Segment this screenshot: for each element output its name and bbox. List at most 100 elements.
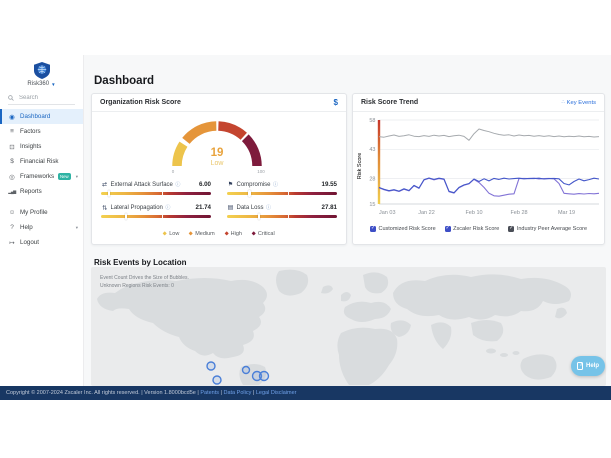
- metric-external-attack-surface: ⇄External Attack Surfaceⓘ 6.00: [101, 181, 211, 195]
- metric-label: Data Loss: [237, 205, 264, 211]
- x-tick-label: Feb 10: [465, 210, 482, 216]
- financial-view-toggle-icon[interactable]: $: [334, 98, 338, 107]
- southeast-asia: [471, 320, 503, 341]
- series-line-customized-risk-score: [379, 178, 599, 193]
- slider-threshold-marker: [162, 214, 163, 220]
- reports-icon: ▂▄▆: [8, 189, 16, 194]
- trend-chart-svg: Risk Score 15284358Jan 03Jan 22Feb 10Feb…: [353, 112, 606, 224]
- sidebar-item-dashboard[interactable]: ◉Dashboard: [0, 109, 83, 124]
- info-icon[interactable]: ⓘ: [165, 204, 170, 211]
- checkbox-checked-icon[interactable]: ✓: [445, 226, 451, 232]
- legend-item-customized-risk-score[interactable]: ✓Customized Risk Score: [370, 226, 436, 232]
- footer-link-data-policy[interactable]: Data Policy: [224, 390, 252, 396]
- australia: [520, 354, 556, 379]
- greenland: [276, 270, 308, 296]
- sidebar-item-my-profile[interactable]: ☺ My Profile: [0, 205, 83, 220]
- severity-slider: [101, 192, 211, 196]
- external-attack-surface-icon: ⇄: [101, 181, 108, 188]
- sidebar: Risk360 ▼ ◉Dashboard≡Factors⊡Insights$Fi…: [0, 55, 84, 386]
- risk-event-bubble[interactable]: [213, 376, 221, 384]
- sidebar-item-label: My Profile: [20, 209, 48, 216]
- footer-link-legal-disclaimer[interactable]: Legal Disclaimer: [256, 390, 297, 396]
- organization-risk-score-card: Organization Risk Score $ 19 Low 0 100 ⇄…: [91, 93, 347, 245]
- gauge-segment-low: [177, 144, 183, 166]
- main-content: Dashboard Organization Risk Score $ 19 L…: [84, 55, 611, 386]
- risk360-logo-icon: [34, 62, 50, 79]
- severity-legend-label: Critical: [258, 231, 275, 237]
- x-tick-label: Jan 03: [379, 210, 396, 216]
- legend-item-zscaler-risk-score[interactable]: ✓Zscaler Risk Score: [445, 226, 500, 232]
- info-icon[interactable]: ⓘ: [175, 181, 180, 188]
- sidebar-item-financial-risk[interactable]: $Financial Risk: [0, 154, 83, 169]
- metric-value: 21.74: [196, 204, 211, 211]
- key-events-link[interactable]: ∴ Key Events: [561, 100, 596, 106]
- risk-event-bubble[interactable]: [207, 362, 215, 370]
- legend-label: Zscaler Risk Score: [453, 226, 499, 232]
- footer-link-patents[interactable]: Patents: [200, 390, 219, 396]
- checkbox-checked-icon[interactable]: ✓: [508, 226, 514, 232]
- indonesia: [500, 353, 508, 357]
- sidebar-item-frameworks[interactable]: ◎FrameworksNew▾: [0, 169, 83, 184]
- logout-icon: ↦: [8, 239, 16, 247]
- risk-score-trend-card: Risk Score Trend ∴ Key Events Risk Score…: [352, 93, 605, 245]
- risk-gradient-bar: [378, 120, 380, 204]
- data-loss-icon: ▤: [227, 204, 234, 211]
- metric-data-loss: ▤Data Lossⓘ 27.81: [227, 204, 337, 218]
- metric-lateral-propagation: ⇄Lateral Propagationⓘ21.74: [101, 204, 211, 218]
- profile-icon: ☺: [8, 209, 16, 216]
- metric-compromise: ⚑Compromiseⓘ19.55: [227, 181, 337, 195]
- severity-legend-high: High: [225, 231, 242, 237]
- y-tick-label: 15: [369, 202, 375, 208]
- metric-value: 6.00: [199, 181, 211, 188]
- iceland: [321, 285, 333, 293]
- diamond-icon: [224, 232, 229, 237]
- risk-event-bubble[interactable]: [260, 372, 269, 381]
- insights-icon: ⊡: [8, 143, 16, 151]
- financial-risk-icon: $: [8, 158, 16, 165]
- sidebar-item-label: Help: [20, 224, 33, 231]
- footer: Copyright © 2007-2024 Zscaler Inc. All r…: [0, 386, 611, 400]
- metric-label: Compromise: [237, 182, 271, 188]
- help-button[interactable]: Help: [571, 356, 605, 376]
- checkbox-checked-icon[interactable]: ✓: [370, 226, 376, 232]
- sidebar-item-help[interactable]: ?Help▾: [0, 220, 83, 235]
- sidebar-item-logout[interactable]: ↦Logout: [0, 235, 83, 250]
- europe: [344, 302, 391, 322]
- sidebar-item-label: Frameworks: [20, 173, 54, 180]
- sidebar-item-reports[interactable]: ▂▄▆Reports: [0, 184, 83, 199]
- help-button-label: Help: [586, 363, 599, 369]
- map-note-line2: Unknown Regions Risk Events: 0: [100, 283, 189, 291]
- india: [431, 322, 451, 349]
- world-map[interactable]: Event Count Drives the Size of Bubbles. …: [91, 267, 606, 386]
- slider-threshold-marker: [288, 214, 289, 220]
- info-icon[interactable]: ⓘ: [266, 204, 271, 211]
- compromise-icon: ⚑: [227, 181, 234, 188]
- sidebar-item-insights[interactable]: ⊡Insights: [0, 139, 83, 154]
- search-box[interactable]: [8, 94, 75, 105]
- slider-value-marker: [108, 190, 110, 198]
- severity-legend-label: Medium: [195, 231, 215, 237]
- brand[interactable]: Risk360 ▼: [0, 55, 83, 87]
- sidebar-item-label: Dashboard: [20, 113, 50, 120]
- metric-label: Lateral Propagation: [111, 205, 163, 211]
- trend-legend: ✓Customized Risk Score✓Zscaler Risk Scor…: [353, 226, 604, 232]
- chevron-down-icon: ▼: [51, 82, 55, 87]
- metric-value: 27.81: [322, 204, 337, 211]
- chevron-down-icon: ▾: [76, 225, 78, 231]
- gauge-value: 19: [211, 147, 224, 159]
- footer-copyright: Copyright © 2007-2024 Zscaler Inc. All r…: [6, 390, 196, 396]
- severity-legend-medium: Medium: [189, 231, 214, 237]
- africa: [337, 328, 397, 385]
- new-badge: New: [58, 173, 71, 179]
- severity-legend-label: High: [231, 231, 242, 237]
- map-note-line1: Event Count Drives the Size of Bubbles.: [100, 275, 189, 283]
- risk-event-bubble[interactable]: [243, 367, 250, 374]
- indonesia: [513, 351, 520, 355]
- search-input[interactable]: [17, 94, 73, 102]
- diamond-icon: [189, 232, 194, 237]
- sidebar-item-factors[interactable]: ≡Factors: [0, 124, 83, 139]
- metric-label: External Attack Surface: [111, 182, 173, 188]
- legend-item-industry-peer-average-score[interactable]: ✓Industry Peer Average Score: [508, 226, 587, 232]
- north-america: [97, 278, 267, 358]
- info-icon[interactable]: ⓘ: [273, 181, 278, 188]
